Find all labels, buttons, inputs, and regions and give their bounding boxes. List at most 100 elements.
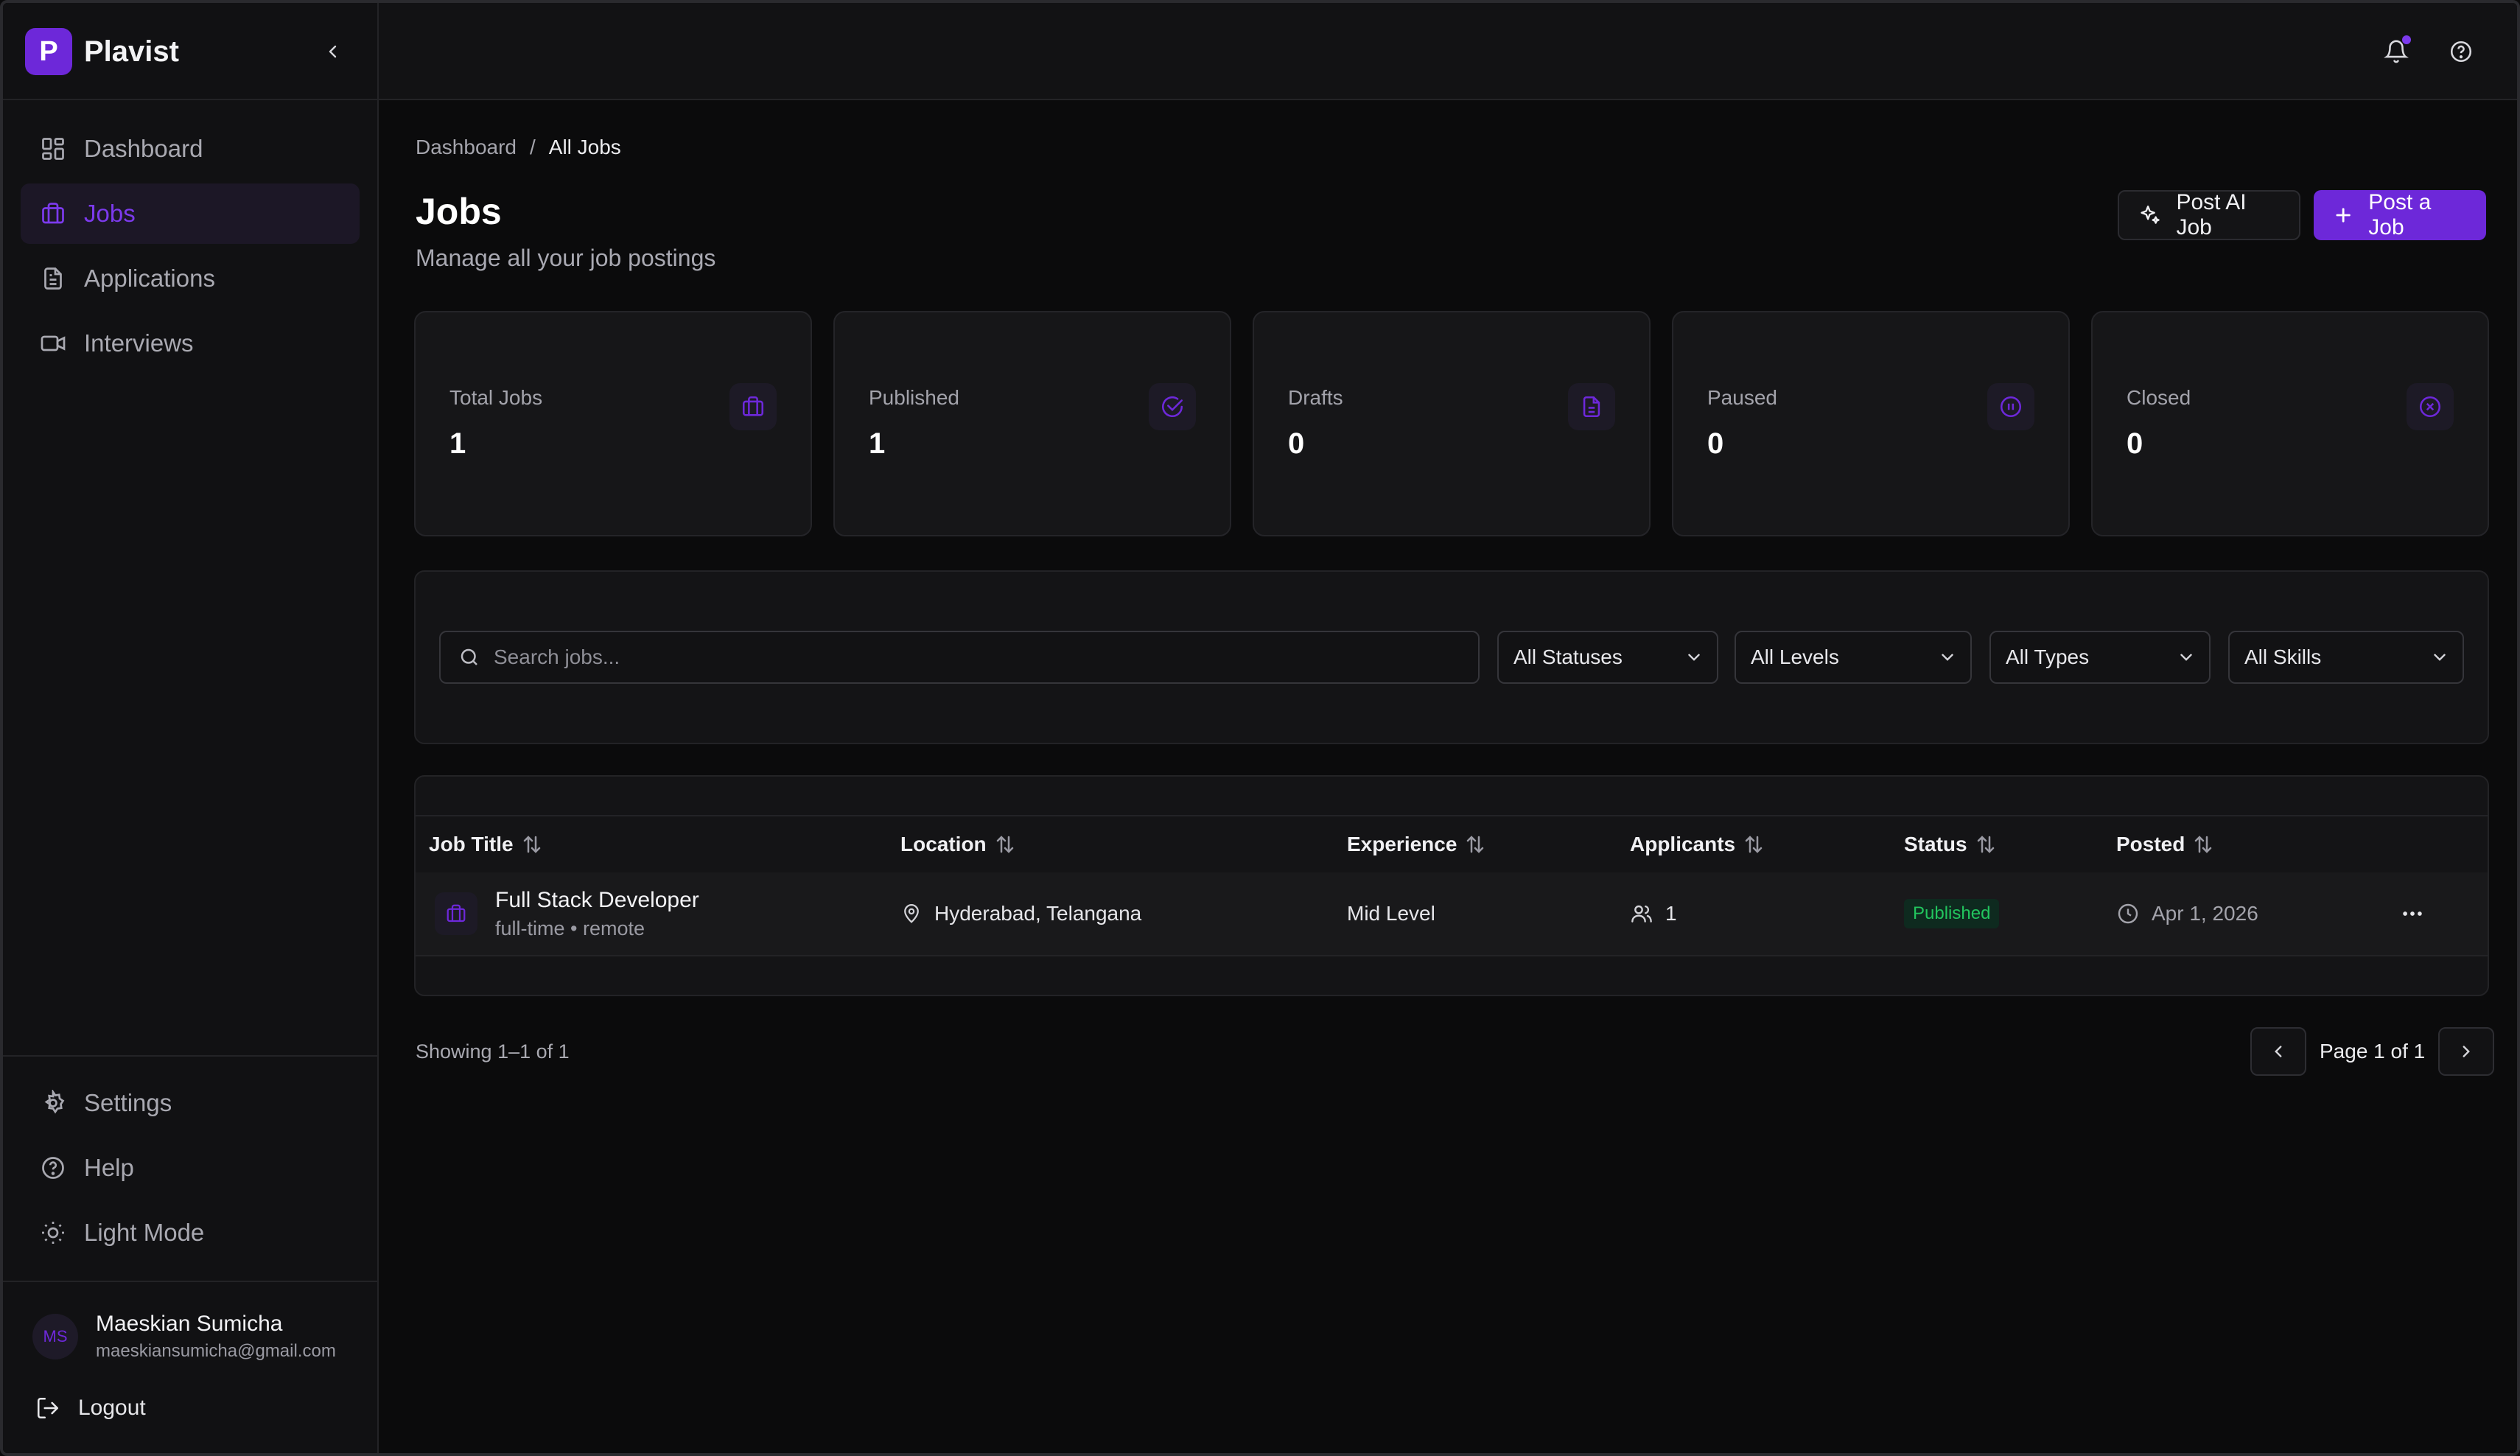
sidebar-item-interviews[interactable]: Interviews [21,313,360,374]
column-header-status[interactable]: Status [1904,816,1997,872]
stat-value: 0 [1288,427,1305,460]
breadcrumb-dashboard[interactable]: Dashboard [416,136,517,159]
post-job-label: Post a Job [2368,190,2432,239]
column-header-experience[interactable]: Experience [1347,816,1486,872]
more-horizontal-icon [2403,911,2422,916]
column-label: Experience [1347,833,1457,855]
applicants-count: 1 [1665,902,1677,925]
sidebar-item-label: Dashboard [84,135,203,162]
sort-icon [2195,836,2212,853]
sidebar-item-settings[interactable]: Settings [21,1073,360,1133]
column-label: Job Title [429,833,514,855]
page-title: Jobs [416,191,502,232]
sort-icon [1977,836,1994,853]
sidebar: P Plavist Dashboard Jobs Applications In… [3,3,379,1453]
sidebar-item-applications[interactable]: Applications [21,248,360,309]
pagination: Page 1 of 1 [2250,1027,2495,1076]
help-icon [2450,41,2472,63]
chevron-down-icon [1942,654,1953,661]
user-profile[interactable]: MS Maeskian Sumicha maeskiansumicha@gmai… [32,1312,336,1362]
dashboard-icon [38,134,68,164]
select-value: All Levels [1751,645,1839,668]
sidebar-item-label: Help [84,1154,134,1181]
select-value: All Skills [2244,645,2322,668]
brand[interactable]: P Plavist [25,28,179,75]
post-ai-job-label: Post AI Job [2176,190,2247,239]
stat-value: 0 [1707,427,1724,460]
sidebar-item-help[interactable]: Help [21,1138,360,1198]
search-input[interactable] [492,645,1453,670]
sort-icon [996,836,1013,853]
stat-label: Total Jobs [449,386,543,409]
results-count: Showing 1–1 of 1 [416,1040,570,1063]
sort-icon [1745,836,1763,853]
user-name: Maeskian Sumicha [96,1312,283,1336]
breadcrumb-current: All Jobs [548,136,621,158]
sidebar-item-light-mode[interactable]: Light Mode [21,1203,360,1263]
collapse-sidebar-button[interactable] [318,35,348,68]
level-filter-select[interactable]: All Levels [1735,631,1972,684]
previous-page-button[interactable] [2250,1027,2306,1076]
next-page-button[interactable] [2438,1027,2495,1076]
chevron-down-icon [1688,654,1700,661]
stat-card-total-jobs: Total Jobs 1 [414,311,812,536]
cell-applicants: 1 [1630,872,1677,955]
sidebar-item-label: Applications [84,265,215,292]
sparkles-icon [2141,206,2160,224]
sidebar-item-jobs[interactable]: Jobs [21,183,360,244]
page-indicator: Page 1 of 1 [2320,1040,2426,1063]
stat-card-drafts: Drafts 0 [1253,311,1651,536]
help-button[interactable] [2443,34,2479,69]
sidebar-item-dashboard[interactable]: Dashboard [21,119,360,179]
select-value: All Types [2006,645,2090,668]
page-subtitle: Manage all your job postings [416,245,716,271]
logout-icon [37,1397,59,1419]
top-bar [379,3,2517,100]
pause-circle-icon [1987,383,2034,430]
sidebar-item-label: Jobs [84,200,136,227]
column-header-posted[interactable]: Posted [2116,816,2214,872]
gear-icon [38,1088,68,1118]
stat-value: 1 [869,427,886,460]
stat-value: 0 [2127,427,2143,460]
logout-button[interactable]: Logout [35,1396,146,1421]
table-row[interactable]: Full Stack Developer full-time • remote … [416,872,2488,956]
filter-bar: All Statuses All Levels All Types All Sk… [414,570,2489,744]
post-job-button[interactable]: Post a Job [2314,190,2486,240]
stat-label: Published [869,386,959,409]
column-header-job-title[interactable]: Job Title [429,816,543,872]
users-icon [1631,905,1652,923]
notifications-button[interactable] [2379,34,2414,69]
plus-icon [2336,208,2351,223]
cell-posted: Apr 1, 2026 [2116,872,2258,955]
divider [3,1281,377,1282]
job-title[interactable]: Full Stack Developer [495,888,699,913]
app-name: Plavist [84,35,179,68]
row-actions-button[interactable] [2390,872,2435,955]
document-icon [38,264,68,293]
sort-icon [523,836,540,853]
experience-text: Mid Level [1347,902,1435,925]
column-header-applicants[interactable]: Applicants [1630,816,1765,872]
clock-icon [2118,903,2138,924]
breadcrumb: Dashboard / All Jobs [416,136,621,159]
search-box[interactable] [439,631,1480,684]
chevron-left-icon [329,45,337,58]
stat-label: Closed [2127,386,2191,409]
check-circle-icon [1149,383,1196,430]
stat-card-published: Published 1 [833,311,1231,536]
cell-location: Hyderabad, Telangana [900,872,1141,955]
column-header-location[interactable]: Location [900,816,1016,872]
skills-filter-select[interactable]: All Skills [2228,631,2464,684]
sort-icon [1467,836,1484,853]
cell-status: Published [1904,872,2000,955]
type-filter-select[interactable]: All Types [1989,631,2211,684]
column-label: Applicants [1630,833,1736,855]
x-circle-icon [2407,383,2454,430]
divider [3,1055,377,1057]
sidebar-item-label: Light Mode [84,1219,205,1246]
status-filter-select[interactable]: All Statuses [1497,631,1718,684]
post-ai-job-button[interactable]: Post AI Job [2118,190,2300,240]
user-email: maeskiansumicha@gmail.com [96,1341,336,1361]
document-icon [1568,383,1615,430]
